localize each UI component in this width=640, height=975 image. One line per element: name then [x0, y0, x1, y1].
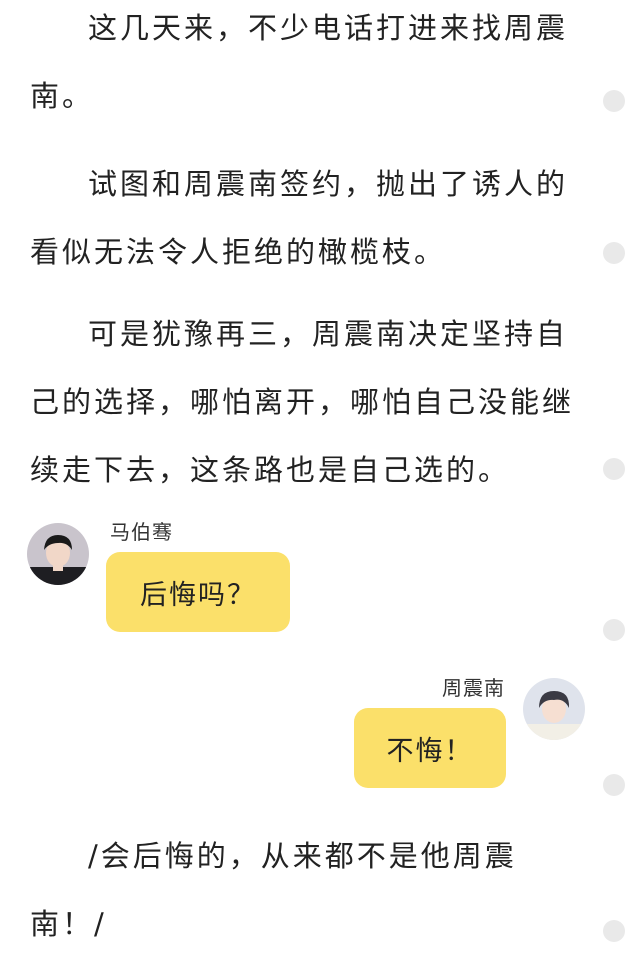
speaker-name-left: 马伯骞 — [110, 520, 173, 544]
scroll-dot — [603, 458, 625, 480]
scroll-dot — [603, 242, 625, 264]
avatar-left — [27, 523, 89, 585]
scroll-dot — [603, 619, 625, 641]
story-paragraph: 试图和周震南签约，抛出了诱人的看似无法令人拒绝的橄榄枝。 — [30, 167, 569, 269]
chat-bubble-right: 不悔！ — [354, 708, 506, 788]
story-paragraph: /会后悔的，从来都不是他周震南！/ — [30, 839, 517, 941]
scroll-dot — [603, 920, 625, 942]
person-avatar-icon — [27, 523, 89, 585]
scroll-dot — [603, 90, 625, 112]
story-paragraph: 可是犹豫再三，周震南决定坚持自己的选择，哪怕离开，哪怕自己没能继续走下去，这条路… — [30, 317, 575, 487]
avatar-right — [523, 678, 585, 740]
speaker-name-right: 周震南 — [442, 676, 505, 700]
person-avatar-icon — [523, 678, 585, 740]
story-paragraph: 这几天来，不少电话打进来找周震南。 — [30, 11, 569, 113]
chat-bubble-left: 后悔吗？ — [106, 552, 290, 632]
scroll-dot — [603, 774, 625, 796]
